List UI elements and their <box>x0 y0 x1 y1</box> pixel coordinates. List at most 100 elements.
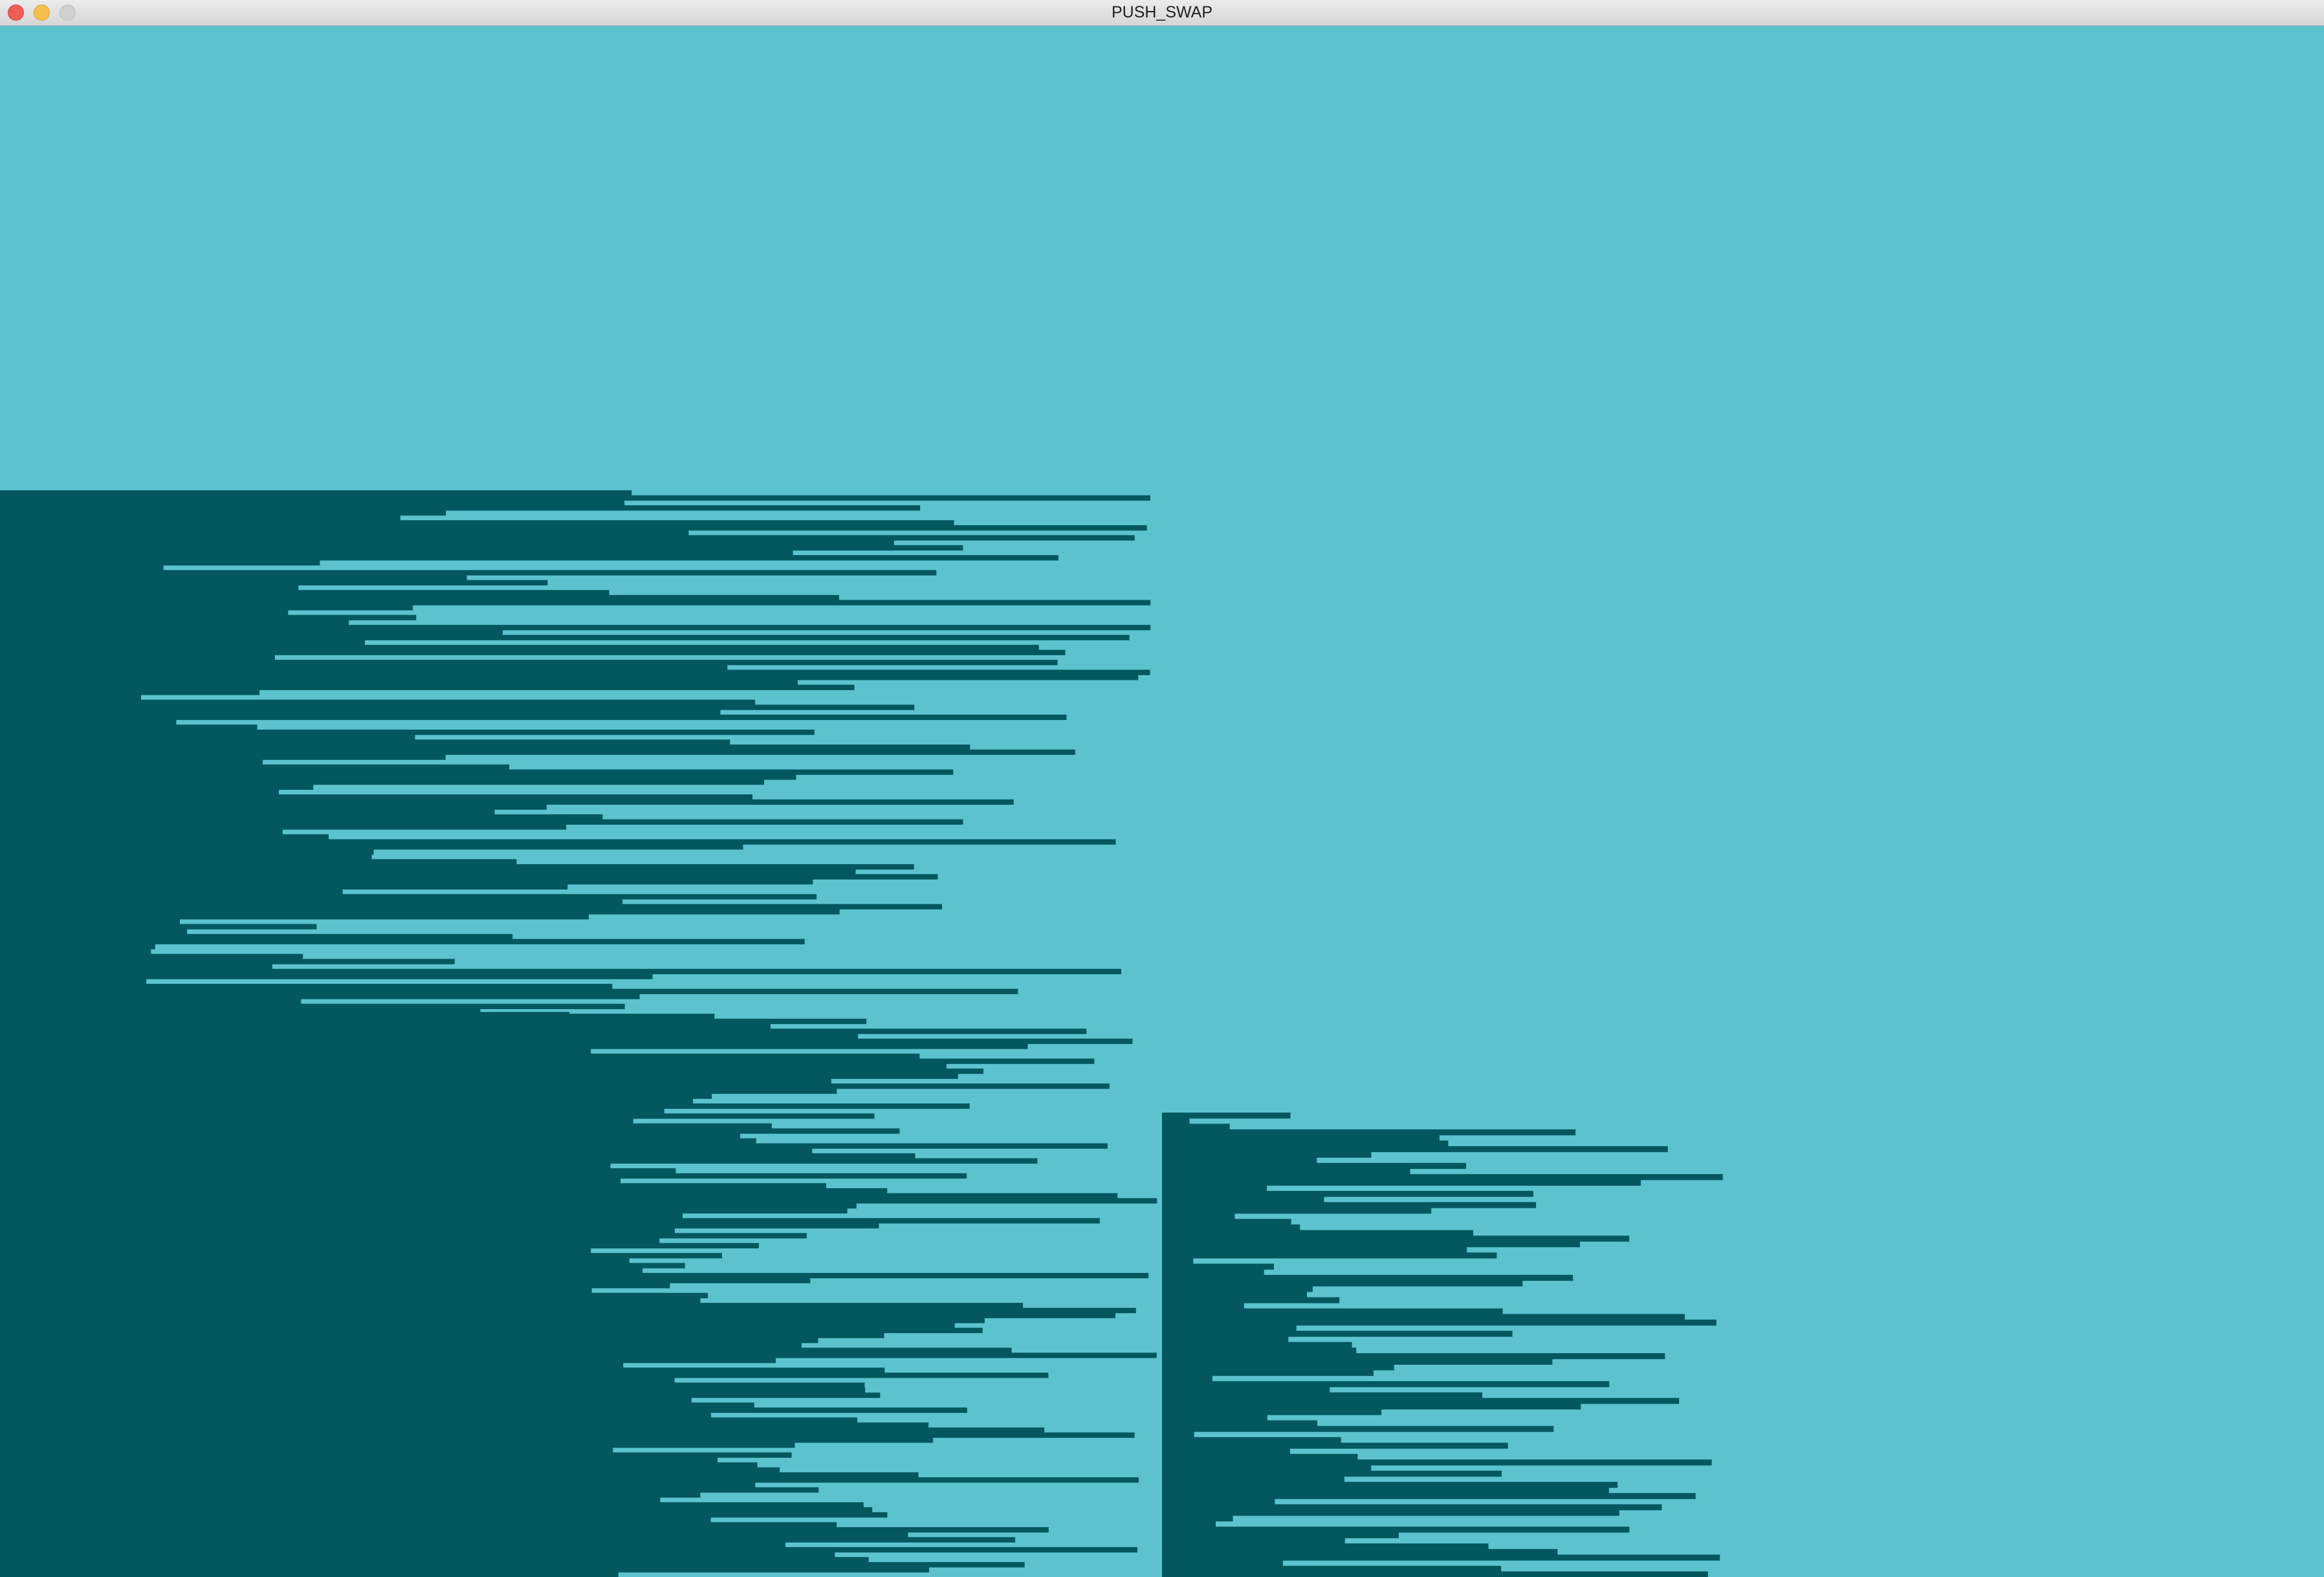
stack-b-bar <box>1162 1448 1290 1455</box>
stack-b-bar <box>1162 1481 1618 1488</box>
stack-b-bar <box>1162 1151 1372 1158</box>
stack-a-bar <box>0 655 275 660</box>
stack-a-bar <box>0 879 813 885</box>
stack-b-bar <box>1162 1560 1283 1567</box>
stack-b-bar <box>1162 1185 1267 1191</box>
stack-b-bar <box>1162 1358 1553 1365</box>
stack-b-bar <box>1162 1213 1235 1219</box>
stack-a-bar <box>0 864 914 870</box>
stack-a-bar <box>0 704 915 710</box>
stack-a-bar <box>0 495 1150 501</box>
stack-a-bar <box>0 699 756 705</box>
stack-a-bar <box>0 859 517 865</box>
stack-b-bar <box>1162 1162 1467 1169</box>
stack-b-bar <box>1162 1191 1533 1197</box>
stack-a-bar <box>0 609 289 616</box>
stack-b-bar <box>1162 1487 1609 1494</box>
stack-b-bar <box>1162 1532 1399 1539</box>
stack-a-bar <box>0 614 417 620</box>
stack-b-bar <box>1162 1269 1264 1276</box>
stack-b-bar <box>1162 1464 1372 1472</box>
stack-a-bar <box>0 759 263 765</box>
stack-a-bar <box>0 794 752 800</box>
stack-b-bar <box>1162 1280 1523 1287</box>
stack-a-bar <box>0 968 1121 975</box>
stack-a-bar <box>0 964 272 970</box>
stack-b-bar <box>1162 1398 1680 1404</box>
stack-b-bar <box>1162 1174 1723 1180</box>
stack-b-bar <box>1162 1392 1483 1398</box>
stack-a-bar <box>0 809 495 815</box>
stack-a-bar <box>0 664 728 671</box>
stack-b-bar <box>1162 1543 1489 1550</box>
stack-b-bar <box>1162 1246 1467 1253</box>
stack-b-bar <box>1162 1375 1212 1382</box>
stack-a-bar <box>0 779 765 785</box>
stack-b-bar <box>1162 1235 1630 1242</box>
stack-b-bar <box>1162 1336 1289 1343</box>
stack-a-bar <box>0 660 1058 666</box>
stack-a-bar <box>0 570 937 576</box>
stack-b-bar <box>1162 1342 1352 1348</box>
stack-a-bar <box>0 1003 625 1010</box>
stack-b-bar <box>1162 1157 1317 1164</box>
stack-a-bar <box>0 724 258 730</box>
stack-b-bar <box>1162 1140 1449 1147</box>
stack-a-bar <box>0 924 317 930</box>
stack-b-bar <box>1162 1515 1233 1522</box>
stack-a-bar <box>0 739 730 745</box>
stack-b-bar <box>1162 1527 1630 1533</box>
stack-a-bar <box>0 729 815 735</box>
stack-b-bar <box>1162 1230 1473 1236</box>
stack-b-bar <box>1162 1113 1291 1119</box>
stack-b-bar <box>1162 1381 1610 1387</box>
stack-a-bar <box>0 914 589 920</box>
visualization-canvas <box>0 26 2324 1577</box>
stack-b-bar <box>1162 1386 1330 1393</box>
stack-b-bar <box>1162 1129 1576 1136</box>
stack-a-bar <box>0 719 177 725</box>
stack-b-bar <box>1162 1314 1685 1320</box>
stack-a-bar <box>0 929 188 935</box>
stack-a-bar <box>0 490 632 496</box>
stack-a-bar <box>0 834 329 840</box>
stack-a-bar <box>0 510 446 516</box>
stack-b-base <box>1162 1113 1168 1577</box>
stack-a-bar <box>0 500 625 506</box>
stack-b-bar <box>1162 1168 1410 1175</box>
stack-a-bar <box>0 764 510 770</box>
stack-a-bar <box>0 590 609 596</box>
push-swap-window: PUSH_SWAP <box>0 0 2324 1577</box>
stack-a-bar <box>0 605 413 611</box>
stack-a-bar <box>0 714 1067 721</box>
stack-b-bar <box>1162 1498 1275 1505</box>
stack-b-bar <box>1162 1347 1357 1354</box>
stack-a-bar <box>0 804 547 810</box>
stack-b-bar <box>1162 1308 1503 1315</box>
stack-a-bar <box>0 635 1130 640</box>
stack-a-bar <box>0 644 1039 651</box>
stack-a-bar <box>0 585 299 591</box>
stack-a-bar <box>0 874 938 880</box>
stack-a-bar <box>0 789 280 795</box>
stack-a-bar <box>0 525 1147 531</box>
stack-a-bar <box>0 988 1018 994</box>
stack-a-bar <box>0 555 1058 561</box>
stack-a-bar <box>0 784 314 790</box>
stack-a-lower-block <box>0 1012 569 1577</box>
stack-b-bar <box>1162 1476 1344 1483</box>
stack-b-bar <box>1162 1538 1345 1544</box>
title-bar[interactable]: PUSH_SWAP <box>0 0 2324 26</box>
stack-b-bar <box>1162 1286 1313 1292</box>
stack-a-bar <box>0 973 653 979</box>
stack-b-bar <box>1162 1196 1324 1203</box>
stack-b-bar <box>1162 1442 1508 1449</box>
stack-a-bar <box>0 919 180 925</box>
stack-b-bar <box>1162 1291 1307 1298</box>
stack-a-bar <box>0 684 855 690</box>
stack-b-bar <box>1162 1331 1513 1337</box>
stack-b-bar <box>1162 1426 1554 1432</box>
stack-a-bar <box>0 933 513 940</box>
stack-a-bar <box>0 505 921 511</box>
stack-a-bar <box>0 824 567 830</box>
